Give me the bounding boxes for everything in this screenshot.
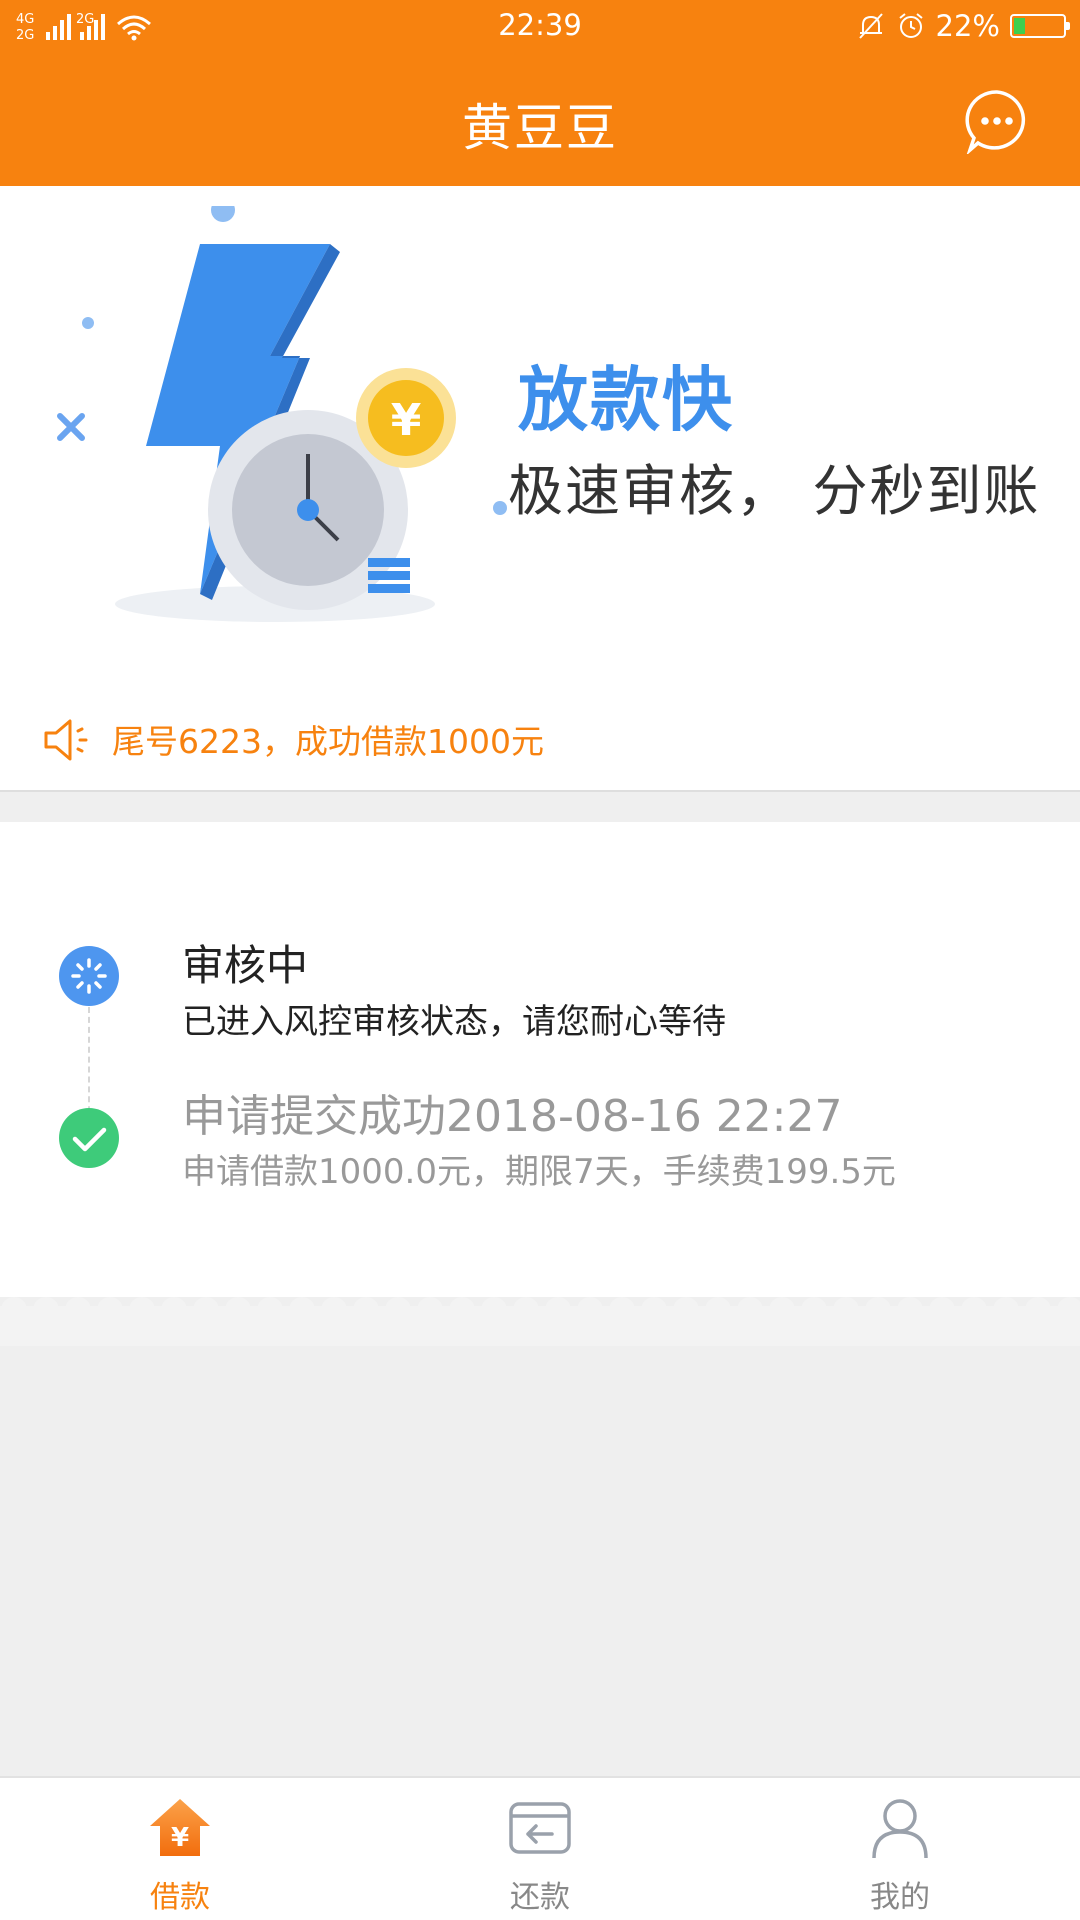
scallop-bump	[257, 1297, 283, 1323]
scallop-bump	[993, 1297, 1019, 1323]
tab-repay-label: 还款	[510, 1880, 570, 1915]
borrow-icon: ¥	[150, 1799, 210, 1856]
status-bar: 4G 2G 2G 22:39 22%	[0, 0, 1080, 52]
scallop-bump	[513, 1297, 539, 1323]
scallop-bump	[673, 1297, 699, 1323]
scallop-bump	[1025, 1297, 1051, 1323]
battery-level	[1014, 18, 1025, 34]
title-bar: 黄豆豆	[0, 52, 1080, 186]
scallop-bump	[737, 1297, 763, 1323]
scallop-bump	[417, 1297, 443, 1323]
banner-headline: 放款快	[518, 359, 734, 441]
scallop-bump	[225, 1297, 251, 1323]
more-options-button[interactable]	[964, 88, 1030, 154]
svg-text:¥: ¥	[391, 395, 422, 446]
scallop-bump	[801, 1297, 827, 1323]
scallop-bump	[449, 1297, 475, 1323]
scallop-bump	[193, 1297, 219, 1323]
step-title-reviewing: 审核中	[182, 941, 309, 990]
repay-icon	[509, 1802, 571, 1854]
scallop-bump	[577, 1297, 603, 1323]
step-title-submitted: 申请提交成功2018-08-16 22:27	[182, 1091, 843, 1142]
bottom-tab-bar: ¥ 借款 还款 我的	[0, 1776, 1080, 1920]
notice-text: 尾号6223，成功借款1000元	[112, 722, 544, 761]
scallop-bump	[545, 1297, 571, 1323]
scallop-bump	[929, 1297, 955, 1323]
application-progress: 审核中 已进入风控审核状态，请您耐心等待 申请提交成功2018-08-16 22…	[0, 822, 1080, 1297]
step-desc-submitted: 申请借款1000.0元，期限7天，手续费199.5元	[182, 1152, 896, 1192]
battery-percent: 22%	[935, 9, 1000, 43]
alarm-icon	[898, 13, 923, 38]
scallop-bump	[321, 1297, 347, 1323]
reviewing-spinner-icon	[59, 946, 119, 1006]
tab-borrow[interactable]: ¥ 借款	[70, 1778, 290, 1920]
banner-subtitle: 极速审核， 分秒到账	[508, 459, 1041, 523]
scallop-bump	[1, 1297, 27, 1323]
scallop-bump	[865, 1297, 891, 1323]
speaker-icon	[44, 719, 88, 761]
svg-text:¥: ¥	[171, 1823, 189, 1853]
tab-mine[interactable]: 我的	[790, 1778, 1010, 1920]
scallop-bump	[961, 1297, 987, 1323]
section-divider	[0, 790, 1080, 792]
scallop-bump	[353, 1297, 379, 1323]
scallop-bump	[129, 1297, 155, 1323]
tab-borrow-label: 借款	[150, 1880, 210, 1915]
page-title: 黄豆豆	[462, 99, 618, 157]
scallop-bump	[97, 1297, 123, 1323]
status-right: 22%	[856, 8, 1070, 44]
tab-repay[interactable]: 还款	[430, 1778, 650, 1920]
profile-icon	[872, 1799, 928, 1859]
step-desc-reviewing: 已进入风控审核状态，请您耐心等待	[182, 1002, 726, 1042]
scallop-bump	[609, 1297, 635, 1323]
scallop-bump	[769, 1297, 795, 1323]
check-icon	[59, 1108, 119, 1168]
loan-notice: 尾号6223，成功借款1000元	[0, 691, 1080, 791]
scallop-bump	[481, 1297, 507, 1323]
tab-mine-label: 我的	[870, 1880, 930, 1915]
scallop-bump	[641, 1297, 667, 1323]
scallop-bump	[385, 1297, 411, 1323]
scallop-bump	[161, 1297, 187, 1323]
scallop-edge	[0, 1297, 1080, 1346]
scallop-bump	[33, 1297, 59, 1323]
mute-bell-icon	[858, 13, 883, 39]
scallop-bump	[289, 1297, 315, 1323]
scallop-bump	[897, 1297, 923, 1323]
lightning-clock-illustration: ¥	[57, 206, 507, 622]
scallop-bump	[65, 1297, 91, 1323]
promo-banner: ¥ 放款快 极速审核， 分秒到账 尾号6223，成功借款1000元	[0, 186, 1080, 791]
scallop-bump	[833, 1297, 859, 1323]
battery-icon	[1010, 14, 1070, 38]
scallop-bump	[705, 1297, 731, 1323]
